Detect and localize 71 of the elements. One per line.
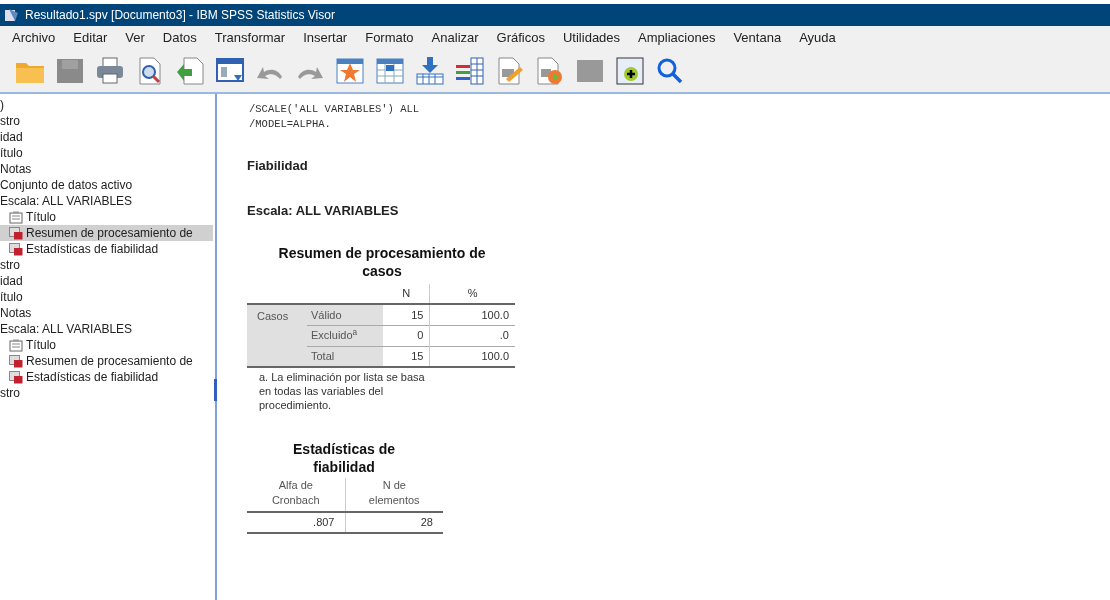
outline-item[interactable]: Resumen de procesamiento de <box>0 353 193 369</box>
table-cell: 100.0 <box>429 304 515 325</box>
outline-item[interactable]: stro <box>0 257 20 273</box>
column-header: N de elementos <box>345 478 443 512</box>
title-icon <box>9 210 23 224</box>
table-cell: .807 <box>247 512 345 533</box>
menu-item[interactable]: Ampliaciones <box>629 26 725 50</box>
outline-item[interactable]: Estadísticas de fiabilidad <box>0 241 159 257</box>
table-output-icon <box>9 242 23 256</box>
table-output-icon <box>9 370 23 384</box>
table-title: Estadísticas de fiabilidad <box>292 440 396 476</box>
outline-item[interactable]: ítulo <box>0 145 23 161</box>
printer-icon[interactable] <box>94 55 126 87</box>
table-title: Resumen de procesamiento de casos <box>277 244 487 280</box>
table-cell: .0 <box>429 325 515 346</box>
row-group-header: Casos <box>247 304 307 367</box>
row-header: Válido <box>307 304 383 325</box>
menu-item[interactable]: Ayuda <box>790 26 845 50</box>
syntax-line: /MODEL=ALPHA. <box>249 117 331 132</box>
outline-item[interactable]: Conjunto de datos activo <box>0 177 133 193</box>
table-cell: 100.0 <box>429 346 515 367</box>
row-header: Excluido$^{a}$ <box>307 325 383 346</box>
output-subheading: Escala: ALL VARIABLES <box>247 201 399 220</box>
insert-table-icon[interactable] <box>414 55 446 87</box>
column-header: Alfa de Cronbach <box>247 478 345 512</box>
outline-item[interactable]: Resumen de procesamiento de <box>0 225 213 241</box>
colored-rows-icon[interactable] <box>454 55 486 87</box>
menu-item[interactable]: Archivo <box>3 26 65 50</box>
table-icon[interactable] <box>374 55 406 87</box>
outline-item[interactable]: ítulo <box>0 289 23 305</box>
menu-item[interactable]: Insertar <box>294 26 357 50</box>
star-table-icon[interactable] <box>334 55 366 87</box>
table-footnote: a. La eliminación por lista se basa en todas las variables del procedimiento. <box>258 370 426 412</box>
outline-item[interactable]: ) <box>0 97 4 113</box>
table-cell: 0 <box>383 325 430 346</box>
add-icon[interactable] <box>614 55 646 87</box>
table-cell: 15 <box>383 346 430 367</box>
outline-item[interactable]: Escala: ALL VARIABLES <box>0 321 133 337</box>
table-output-icon <box>9 226 23 240</box>
window-title: Resultado1.spv [Documento3] - IBM SPSS Statistics Visor <box>25 7 335 24</box>
outline-item[interactable]: Notas <box>0 161 32 177</box>
menu-item[interactable]: Datos <box>153 26 206 50</box>
outline-item[interactable]: Escala: ALL VARIABLES <box>0 193 133 209</box>
table-cell: 28 <box>345 512 443 533</box>
outline-item[interactable]: idad <box>0 129 23 145</box>
menu-item[interactable]: Ver <box>116 26 154 50</box>
column-header: N <box>383 284 430 304</box>
outline-item[interactable]: stro <box>0 113 20 129</box>
row-header: Total <box>307 346 383 367</box>
table-output-icon <box>9 354 23 368</box>
output-heading: Fiabilidad <box>247 157 308 175</box>
app-icon <box>4 7 20 23</box>
menu-item[interactable]: Ventana <box>724 26 791 50</box>
column-header: % <box>429 284 515 304</box>
table-cell: 15 <box>383 304 430 325</box>
outline-item[interactable]: idad <box>0 273 23 289</box>
menu-item[interactable]: Gráficos <box>487 26 554 50</box>
outline-item[interactable]: Título <box>0 337 56 353</box>
outline-item[interactable]: Estadísticas de fiabilidad <box>0 369 159 385</box>
splitter-handle[interactable] <box>214 379 217 401</box>
outline-item[interactable]: stro <box>0 385 20 401</box>
outline-item[interactable]: Notas <box>0 305 32 321</box>
export-document-icon[interactable] <box>174 55 206 87</box>
outline-item[interactable]: Título <box>0 209 56 225</box>
menu-item[interactable]: Transformar <box>205 26 295 50</box>
title-icon <box>9 338 23 352</box>
syntax-line: /SCALE('ALL VARIABLES') ALL <box>249 102 420 117</box>
menu-item[interactable]: Analizar <box>422 26 488 50</box>
menu-item[interactable]: Editar <box>64 26 117 50</box>
menu-item[interactable]: Formato <box>356 26 423 50</box>
menu-item[interactable]: Utilidades <box>554 26 630 50</box>
